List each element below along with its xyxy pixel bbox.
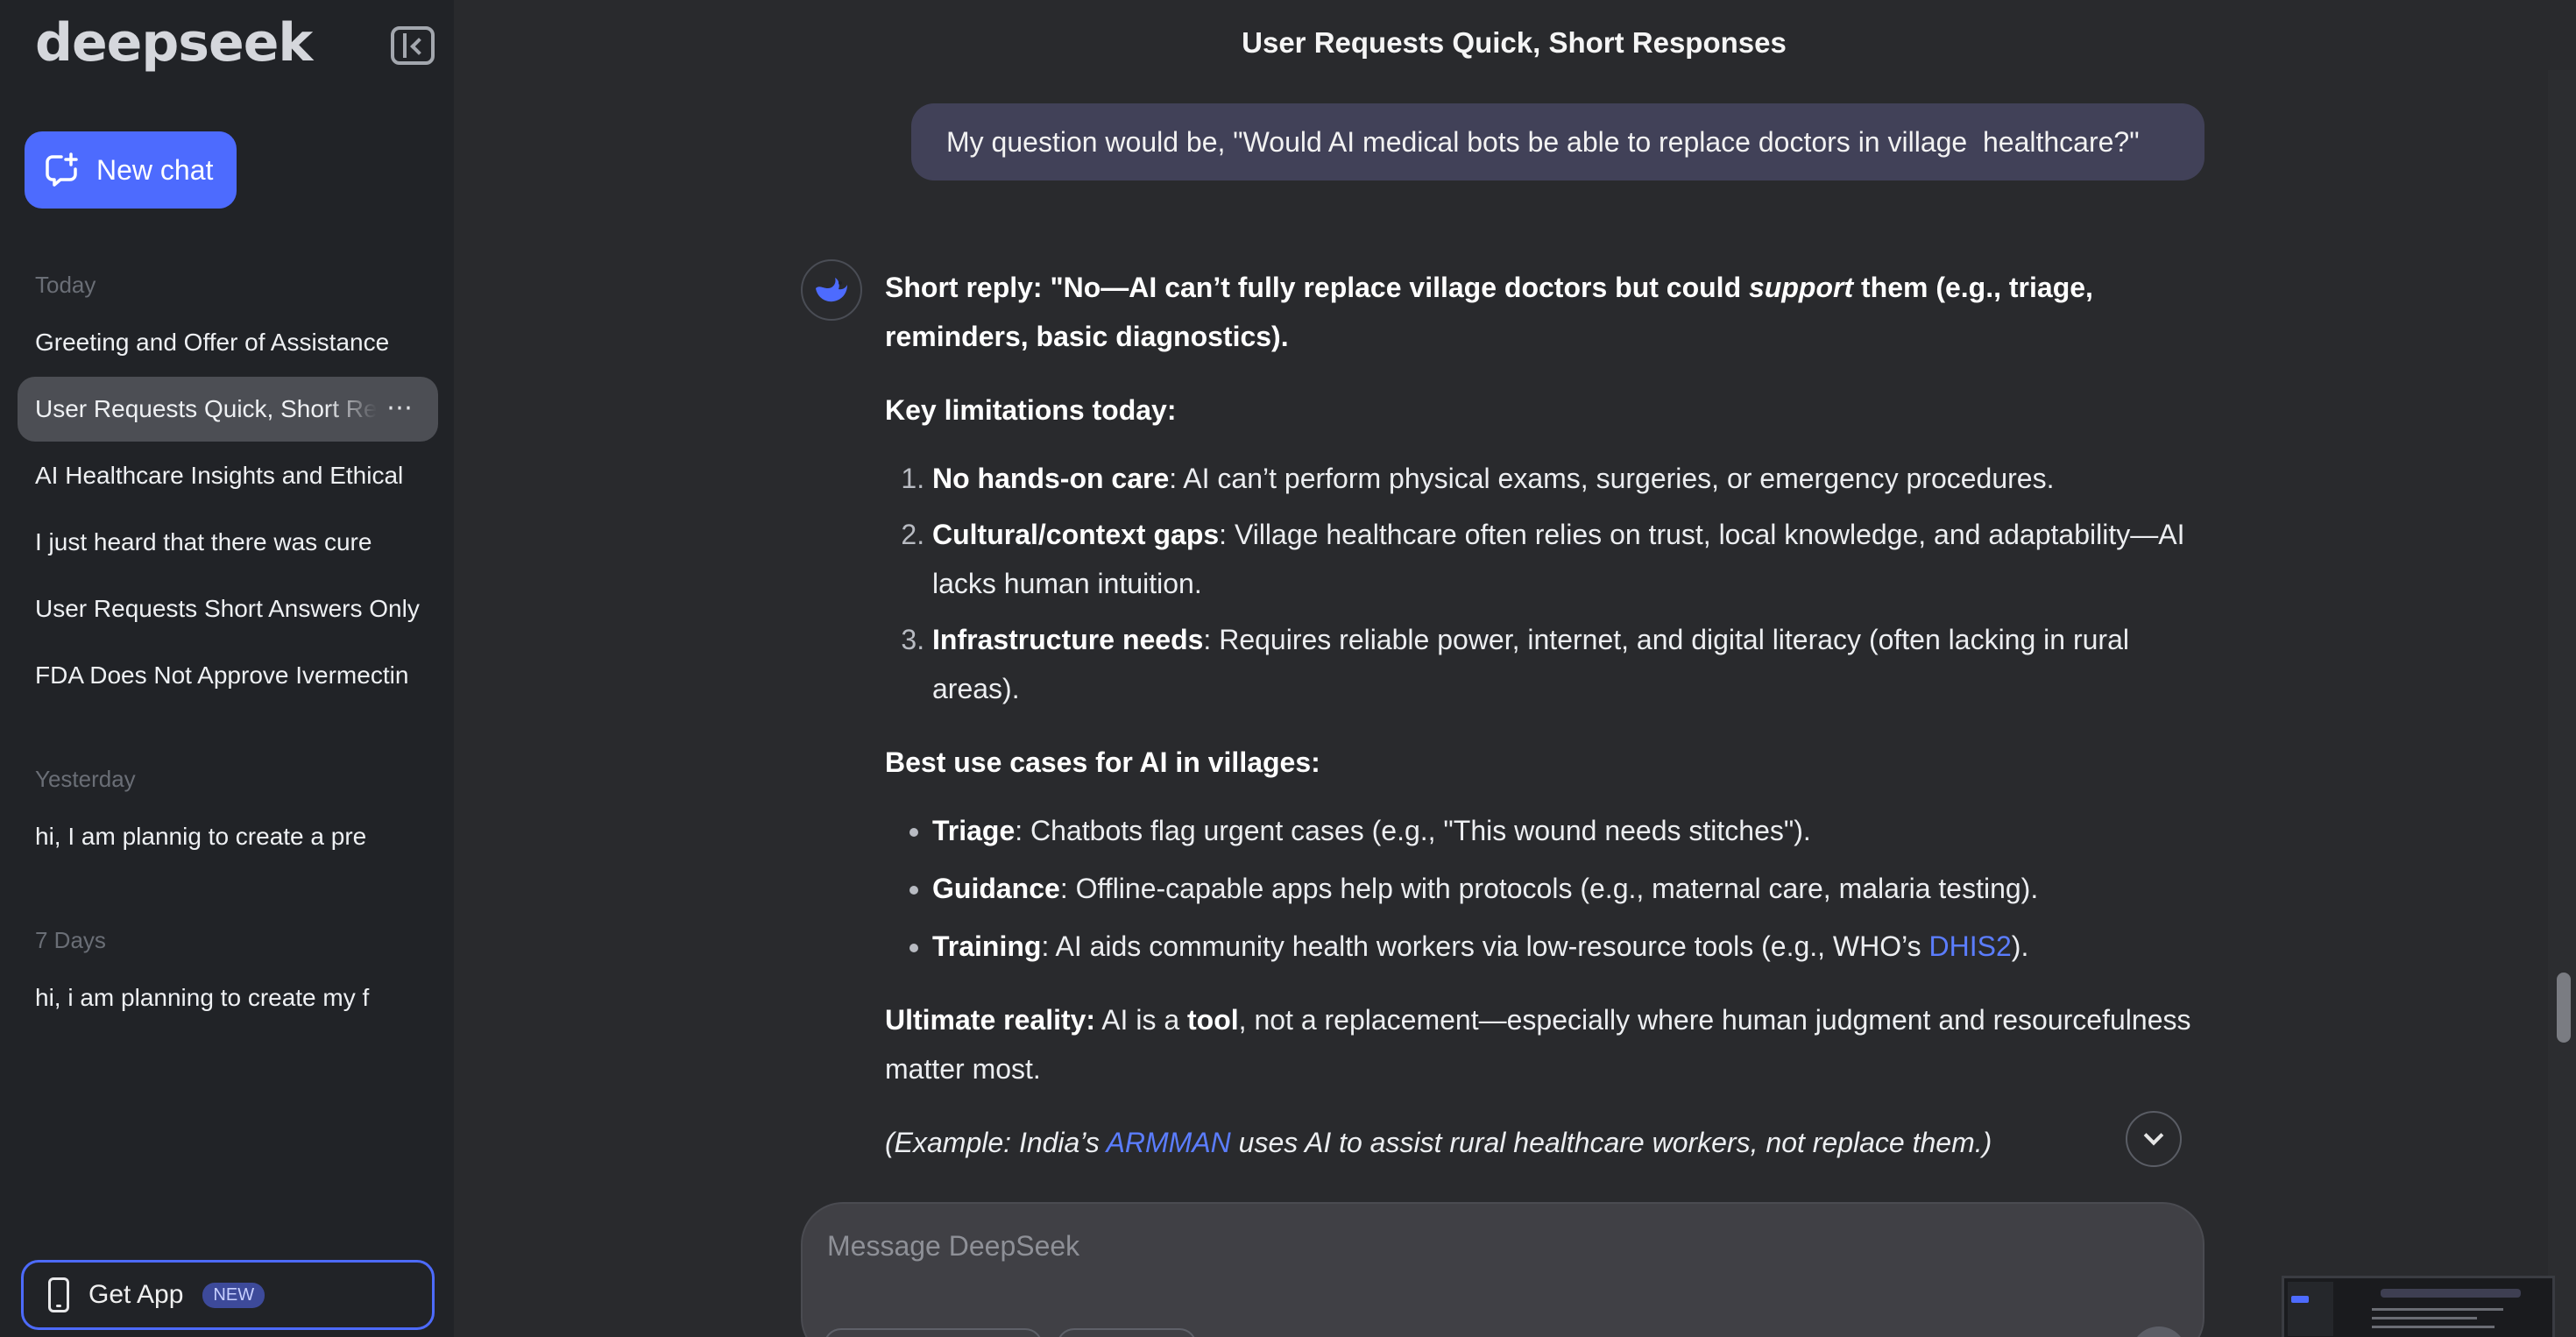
usecases-heading-text: Best use cases for AI in villages: bbox=[885, 746, 1320, 778]
limitations-list: No hands-on care: AI can’t perform physi… bbox=[885, 454, 2208, 713]
item-text: : AI can’t perform physical exams, surge… bbox=[1169, 463, 2055, 494]
chat-item-label: User Requests Short Answers Only bbox=[35, 595, 420, 622]
ultimate-tool: tool bbox=[1187, 1004, 1239, 1036]
item-text: : AI aids community health workers via l… bbox=[1041, 930, 1929, 962]
item-title: Guidance bbox=[932, 873, 1060, 904]
user-message: My question would be, "Would AI medical … bbox=[911, 103, 2204, 180]
get-app-label: Get App bbox=[88, 1280, 184, 1309]
collapse-sidebar-icon[interactable] bbox=[391, 26, 435, 65]
chevron-down-icon bbox=[2143, 1125, 2164, 1146]
chat-item[interactable]: User Requests Short Answers Only bbox=[18, 577, 438, 641]
new-chat-label: New chat bbox=[96, 153, 214, 186]
preview-button bbox=[2291, 1296, 2309, 1303]
send-button[interactable] bbox=[2131, 1326, 2187, 1337]
more-options-icon[interactable]: ⋯ bbox=[386, 393, 414, 423]
chat-item[interactable]: hi, i am planning to create my f bbox=[18, 966, 438, 1030]
section-label-yesterday: Yesterday bbox=[35, 766, 136, 792]
item-title: Training bbox=[932, 930, 1042, 962]
new-chat-button[interactable]: New chat bbox=[25, 131, 237, 209]
short-reply-text: Short reply: "No—AI can’t fully replace … bbox=[885, 272, 1749, 303]
example-text: uses AI to assist rural healthcare worke… bbox=[1230, 1127, 1992, 1158]
list-item: Infrastructure needs: Requires reliable … bbox=[932, 615, 2208, 713]
list-item: Triage: Chatbots flag urgent cases (e.g.… bbox=[932, 806, 2208, 855]
ultimate-reality: Ultimate reality: AI is a tool, not a re… bbox=[885, 995, 2208, 1093]
chat-item[interactable]: hi, I am plannig to create a pre bbox=[18, 804, 438, 869]
list-item: No hands-on care: AI can’t perform physi… bbox=[932, 454, 2208, 503]
section-label-today: Today bbox=[35, 272, 96, 298]
scroll-to-bottom-button[interactable] bbox=[2126, 1111, 2182, 1167]
search-toggle[interactable] bbox=[1057, 1328, 1197, 1337]
conversation-title: User Requests Quick, Short Responses bbox=[1242, 26, 1787, 59]
sidebar: deepseek New chat Today Greeting and Off… bbox=[0, 0, 454, 1337]
item-text: : Chatbots flag urgent cases (e.g., "Thi… bbox=[1015, 815, 1811, 846]
chat-item-label: hi, i am planning to create my f bbox=[35, 984, 370, 1011]
chat-item[interactable]: AI Healthcare Insights and Ethical bbox=[18, 443, 438, 508]
preview-bubble bbox=[2381, 1289, 2521, 1298]
scrollbar-track[interactable] bbox=[2548, 70, 2576, 1337]
scrollbar-thumb[interactable] bbox=[2557, 973, 2571, 1043]
limitations-heading-text: Key limitations today: bbox=[885, 394, 1177, 426]
assistant-answer: Short reply: "No—AI can’t fully replace … bbox=[885, 263, 2208, 1192]
item-title: Cultural/context gaps bbox=[932, 519, 1220, 550]
limitations-heading: Key limitations today: bbox=[885, 386, 2208, 435]
item-title: Triage bbox=[932, 815, 1016, 846]
get-app-button[interactable]: Get App NEW bbox=[21, 1260, 435, 1330]
usecases-list: Triage: Chatbots flag urgent cases (e.g.… bbox=[885, 806, 2208, 971]
chat-item[interactable]: I just heard that there was cure bbox=[18, 510, 438, 575]
new-chat-icon bbox=[44, 152, 81, 188]
deepseek-logo[interactable]: deepseek bbox=[35, 12, 313, 74]
window-preview-thumbnail[interactable] bbox=[2282, 1276, 2555, 1337]
message-composer bbox=[801, 1202, 2204, 1337]
new-badge: NEW bbox=[202, 1282, 265, 1308]
short-reply: Short reply: "No—AI can’t fully replace … bbox=[885, 263, 2208, 361]
list-item: Guidance: Offline-capable apps help with… bbox=[932, 864, 2208, 913]
preview-line bbox=[2372, 1317, 2477, 1319]
message-input[interactable] bbox=[827, 1230, 2054, 1263]
preview-line bbox=[2372, 1308, 2503, 1311]
ultimate-text: AI is a bbox=[1095, 1004, 1188, 1036]
list-item: Training: AI aids community health worke… bbox=[932, 922, 2208, 971]
chat-item-label: AI Healthcare Insights and Ethical bbox=[35, 462, 404, 489]
chat-item-label: Greeting and Offer of Assistance bbox=[35, 329, 390, 356]
example-text: (Example: India’s bbox=[885, 1127, 1107, 1158]
chat-item[interactable]: Greeting and Offer of Assistance bbox=[18, 310, 438, 375]
section-label-7days: 7 Days bbox=[35, 927, 106, 953]
usecases-heading: Best use cases for AI in villages: bbox=[885, 738, 2208, 787]
item-text: : Offline-capable apps help with protoco… bbox=[1059, 873, 2039, 904]
chat-item-label: I just heard that there was cure bbox=[35, 528, 372, 555]
dhis2-link[interactable]: DHIS2 bbox=[1929, 930, 2012, 962]
item-text: ). bbox=[2011, 930, 2029, 962]
chat-item-active[interactable]: User Requests Quick, Short Responses ⋯ bbox=[18, 377, 438, 442]
chat-item-label: hi, I am plannig to create a pre bbox=[35, 823, 367, 850]
deepthink-toggle[interactable] bbox=[824, 1328, 1043, 1337]
chat-item-label: FDA Does Not Approve Ivermectin bbox=[35, 661, 409, 689]
preview-sidebar bbox=[2288, 1282, 2333, 1336]
item-title: No hands-on care bbox=[932, 463, 1170, 494]
short-reply-emphasis: support bbox=[1749, 272, 1854, 303]
chat-item[interactable]: FDA Does Not Approve Ivermectin bbox=[18, 643, 438, 708]
ultimate-title: Ultimate reality: bbox=[885, 1004, 1096, 1036]
chat-item-label: User Requests Quick, Short Responses bbox=[35, 395, 377, 422]
item-title: Infrastructure needs bbox=[932, 624, 1204, 655]
example-note: (Example: India’s ARMMAN uses AI to assi… bbox=[885, 1118, 2208, 1167]
armman-link[interactable]: ARMMAN bbox=[1107, 1127, 1231, 1158]
preview-line bbox=[2372, 1326, 2495, 1328]
deepseek-whale-icon bbox=[801, 259, 862, 321]
phone-icon bbox=[48, 1277, 69, 1312]
list-item: Cultural/context gaps: Village healthcar… bbox=[932, 510, 2208, 608]
